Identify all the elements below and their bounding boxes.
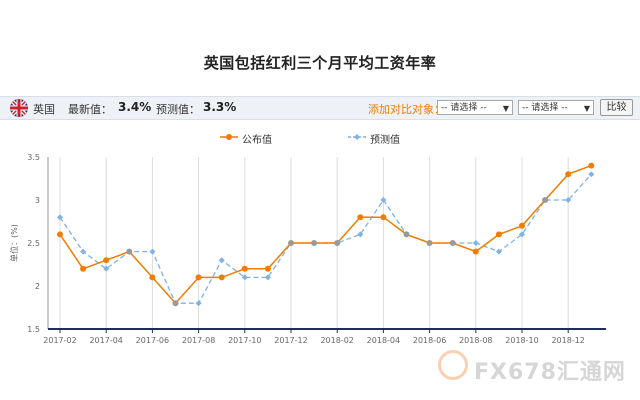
x-tick-label: 2017-04 <box>89 336 122 345</box>
published-point <box>149 274 156 281</box>
legend-label-forecast: 预测值 <box>370 135 400 146</box>
country-name: 英国 <box>33 103 55 116</box>
compare-label: 添加对比对象： <box>368 103 445 116</box>
y-tick-label: 2.5 <box>27 239 40 248</box>
x-tick-label: 2018-02 <box>320 336 353 345</box>
legend-label-published: 公布值 <box>242 135 272 146</box>
published-point <box>126 248 133 255</box>
latest-value: 3.4% <box>118 100 152 114</box>
compare-button[interactable]: 比较 <box>600 99 633 116</box>
legend-swatch-forecast <box>348 134 366 140</box>
x-tick-label: 2018-08 <box>459 336 492 345</box>
forecast-point <box>588 171 595 178</box>
published-point <box>172 300 179 307</box>
x-tick-label: 2018-10 <box>505 336 538 345</box>
toolbar: 英国 最新值： 3.4% 预测值： 3.3% 添加对比对象： -- 请选择 --… <box>0 96 640 120</box>
x-tick-label: 2017-06 <box>136 336 169 345</box>
forecast-point <box>218 257 225 264</box>
forecast-series-line <box>59 173 592 304</box>
published-point <box>241 265 248 272</box>
published-point <box>103 257 110 264</box>
y-tick-label: 1.5 <box>27 325 40 334</box>
compare-select-1[interactable]: -- 请选择 -- ▼ <box>437 100 513 115</box>
forecast-point <box>195 300 202 307</box>
x-tick-label: 2017-10 <box>228 336 261 345</box>
x-tick-label: 2017-12 <box>274 336 307 345</box>
legend-swatch-published <box>220 134 238 140</box>
watermark: FX678汇通网 <box>436 348 636 388</box>
compare-select-1-value: -- 请选择 -- <box>441 103 487 113</box>
published-point <box>426 240 433 246</box>
published-point <box>218 274 225 281</box>
y-tick-label: 2 <box>35 282 40 291</box>
forecast-value: 3.3% <box>203 100 237 114</box>
published-series-line <box>59 164 592 305</box>
published-point <box>403 231 410 238</box>
forecast-value-label: 预测值： <box>156 103 200 116</box>
page-title: 英国包括红利三个月平均工资年率 <box>203 54 437 72</box>
published-point <box>565 171 572 178</box>
published-point <box>495 231 502 238</box>
compare-select-2[interactable]: -- 请选择 -- ▼ <box>518 100 594 115</box>
watermark-text: FX678汇通网 <box>474 360 626 385</box>
forecast-point <box>472 240 479 246</box>
forecast-point <box>149 248 156 255</box>
watermark-logo-icon <box>438 350 468 380</box>
published-point <box>334 240 341 246</box>
dropdown-arrow-icon: ▼ <box>583 104 590 113</box>
x-tick-label: 2017-08 <box>182 336 215 345</box>
published-point <box>195 274 202 281</box>
y-axis-label: 单位：(%) <box>9 224 19 262</box>
published-point <box>588 162 595 169</box>
published-point <box>264 265 271 272</box>
line-chart: 1.5 2 2.5 3 3.5 2017-02 2017-04 2017-06 2017-08 2… <box>9 153 606 345</box>
compare-select-2-value: -- 请选择 -- <box>522 103 568 113</box>
x-tick-label: 2018-06 <box>413 336 446 345</box>
x-tick-label: 2017-02 <box>43 336 76 345</box>
published-point <box>80 265 87 272</box>
published-point <box>288 240 294 246</box>
dropdown-arrow-icon: ▼ <box>502 104 509 113</box>
latest-value-label: 最新值： <box>68 103 112 116</box>
x-tick-label: 2018-12 <box>551 336 584 345</box>
published-point <box>542 197 549 203</box>
published-point <box>311 240 318 246</box>
y-tick-label: 3.5 <box>27 153 40 162</box>
published-point <box>380 214 387 221</box>
published-point <box>519 222 525 229</box>
x-tick-label: 2018-04 <box>367 336 400 345</box>
published-point <box>449 240 456 246</box>
published-point <box>57 231 63 238</box>
y-tick-label: 3 <box>35 196 40 205</box>
published-point <box>472 248 479 255</box>
uk-flag-icon <box>10 99 28 117</box>
published-point <box>357 214 364 221</box>
